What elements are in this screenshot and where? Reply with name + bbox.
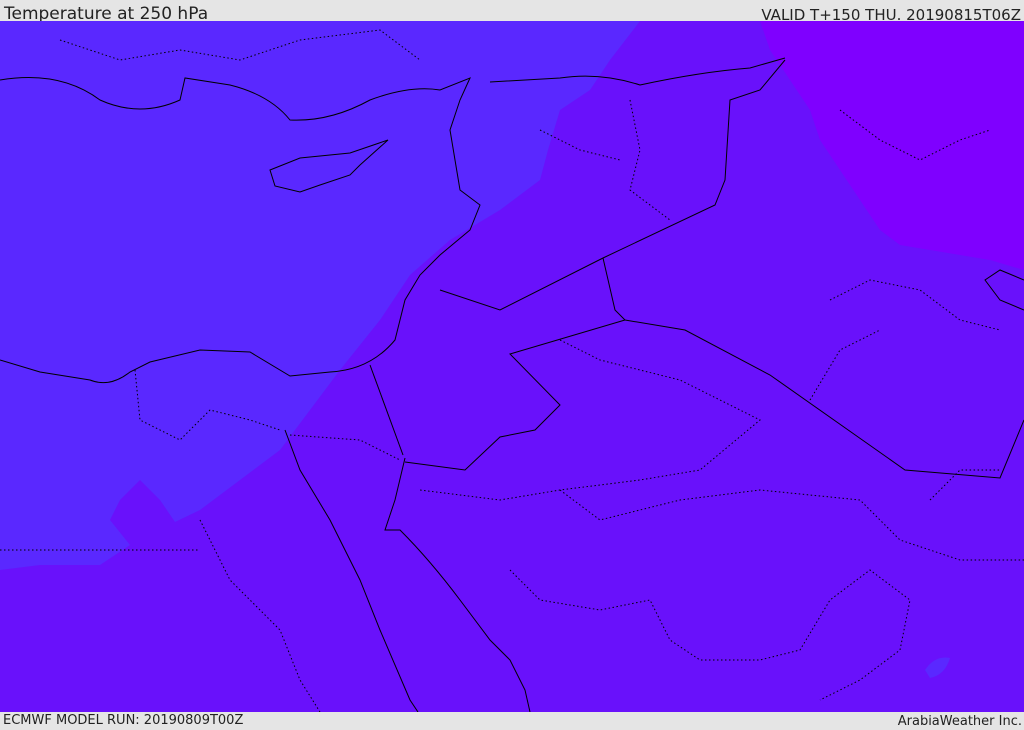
temperature-map <box>0 21 1024 713</box>
footer-bar: ECMWF MODEL RUN: 20190809T00Z ArabiaWeat… <box>0 712 1024 729</box>
brand-label: ArabiaWeather Inc. <box>897 714 1022 729</box>
header-bar: Temperature at 250 hPa VALID T+150 THU. … <box>0 0 1024 24</box>
model-run-label: ECMWF MODEL RUN: 20190809T00Z <box>3 713 244 728</box>
